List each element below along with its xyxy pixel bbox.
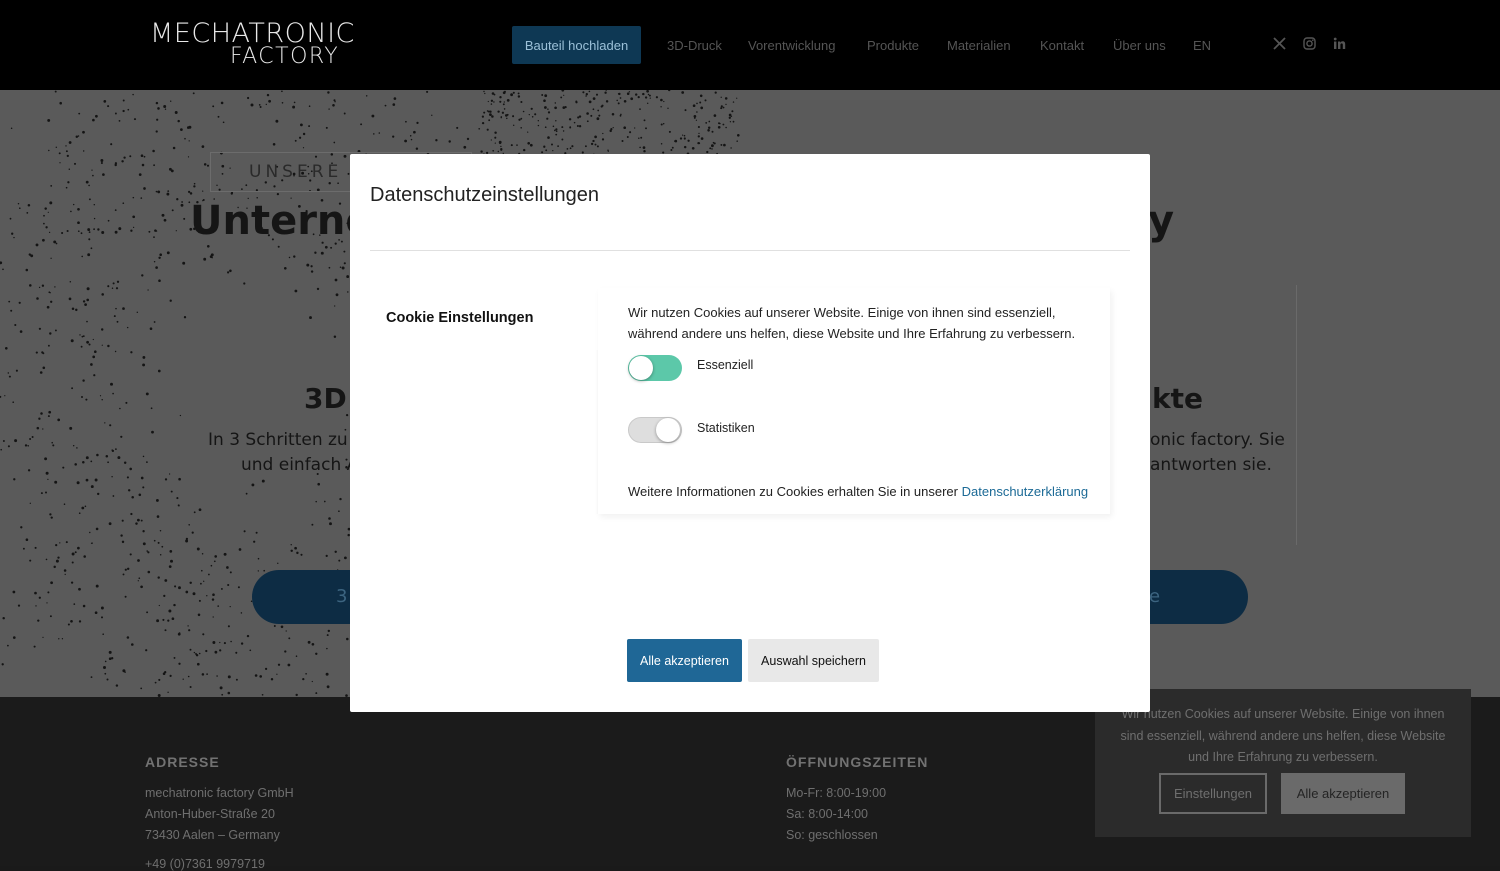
essential-toggle[interactable] (628, 355, 682, 381)
address-line: mechatronic factory GmbH (145, 786, 294, 800)
cookie-accept-all-button[interactable]: Alle akzeptieren (1281, 773, 1405, 814)
privacy-policy-link[interactable]: Datenschutzerklärung (962, 484, 1088, 499)
toggle-knob (656, 418, 680, 442)
modal-title: Datenschutzeinstellungen (370, 184, 600, 206)
tab-cookie-settings[interactable]: Cookie Einstellungen (386, 310, 533, 326)
nav-ueber-uns[interactable]: Über uns (1113, 38, 1166, 53)
nav-language-en[interactable]: EN (1193, 38, 1211, 53)
statistics-label: Statistiken (697, 421, 755, 435)
essential-label: Essenziell (697, 358, 754, 372)
modal-divider (370, 250, 1130, 251)
cookie-settings-button[interactable]: Einstellungen (1159, 773, 1267, 814)
address-heading: ADRESSE (145, 754, 220, 770)
hours-line: Mo-Fr: 8:00-19:00 (786, 786, 887, 800)
column-text-left-2: und einfach A (241, 455, 359, 475)
hero-title-right: y (1148, 198, 1175, 244)
cookie-banner: Wir nutzen Cookies auf unserer Website. … (1095, 689, 1471, 837)
privacy-settings-modal: Datenschutzeinstellungen Cookie Einstell… (350, 154, 1150, 712)
column-heading-right: kte (1152, 382, 1203, 415)
column-divider (1296, 285, 1297, 545)
x-icon[interactable] (1273, 37, 1286, 53)
nav-3d-druck[interactable]: 3D-Druck (667, 38, 722, 53)
logo[interactable]: MECHATRONIC FACTORY (150, 18, 354, 70)
column-text-right-2: antworten sie. (1150, 455, 1272, 475)
hours-line: So: geschlossen (786, 828, 878, 842)
hours-line: Sa: 8:00-14:00 (786, 807, 869, 821)
column-text-right-1: onic factory. Sie (1150, 430, 1285, 450)
site-header: MECHATRONIC FACTORY Bauteil hochladen 3D… (0, 0, 1500, 90)
address-line: Anton-Huber-Straße 20 (145, 807, 275, 821)
logo-line2: FACTORY (230, 44, 340, 69)
nav-produkte[interactable]: Produkte (867, 38, 919, 53)
accept-all-button[interactable]: Alle akzeptieren (627, 639, 742, 682)
address-phone[interactable]: +49 (0)7361 9979719 (145, 857, 265, 871)
save-selection-button[interactable]: Auswahl speichern (748, 639, 879, 682)
column-heading-left: 3D (304, 382, 347, 415)
statistics-toggle[interactable] (628, 417, 682, 443)
toggle-knob (629, 356, 653, 380)
cookie-settings-panel: Wir nutzen Cookies auf unserer Website. … (598, 288, 1110, 514)
hours-heading: ÖFFNUNGSZEITEN (786, 754, 929, 770)
upload-part-button[interactable]: Bauteil hochladen (512, 26, 641, 64)
hero-title-left: Unterne (190, 198, 373, 244)
nav-materialien[interactable]: Materialien (947, 38, 1011, 53)
cookie-intro-text: Wir nutzen Cookies auf unserer Website. … (628, 305, 1076, 341)
instagram-icon[interactable] (1303, 37, 1316, 53)
nav-vorentwicklung[interactable]: Vorentwicklung (748, 38, 835, 53)
address-line: 73430 Aalen – Germany (145, 828, 280, 842)
column-text-left-1: In 3 Schritten zu (208, 430, 348, 450)
more-info-text: Weitere Informationen zu Cookies erhalte… (628, 484, 1089, 499)
linkedin-icon[interactable] (1333, 37, 1346, 53)
nav-kontakt[interactable]: Kontakt (1040, 38, 1084, 53)
cookie-banner-text: Wir nutzen Cookies auf unserer Website. … (1120, 707, 1446, 764)
